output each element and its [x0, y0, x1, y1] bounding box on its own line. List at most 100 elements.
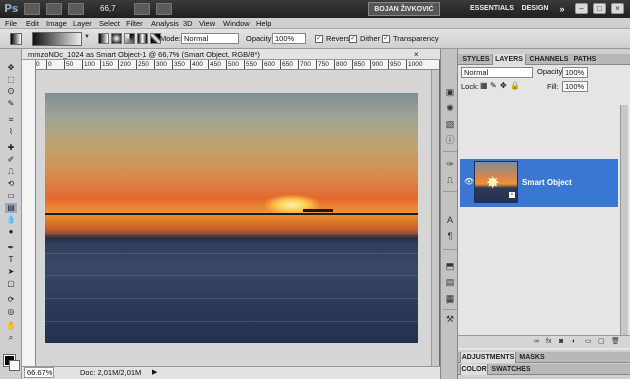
view-extras-icon[interactable]: [68, 3, 84, 15]
tab-paths[interactable]: PATHS: [571, 54, 599, 65]
arrange-documents-icon[interactable]: [134, 3, 150, 15]
menu-image[interactable]: Image: [46, 18, 67, 29]
menu-select[interactable]: Select: [99, 18, 120, 29]
workspace-essentials-button[interactable]: ESSENTIALS: [468, 2, 516, 16]
crop-tool-icon[interactable]: ⌗: [5, 115, 17, 125]
vertical-ruler[interactable]: [22, 60, 36, 366]
layers-scrollbar[interactable]: [620, 105, 628, 335]
gradient-tool-icon[interactable]: ▤: [5, 203, 17, 213]
workspace-user-button[interactable]: BOJAN ŽIVKOVIĆ: [368, 2, 440, 16]
blend-mode-select[interactable]: Normal: [461, 67, 533, 78]
lock-pixels-icon[interactable]: ✎: [490, 81, 497, 91]
layer-row-smart-object[interactable]: 👁 ✸ ▫ Smart Object: [460, 159, 618, 207]
clone-source-panel-icon[interactable]: ⎍: [444, 175, 456, 186]
shape-tool-icon[interactable]: ▢: [5, 279, 17, 289]
dither-checkbox[interactable]: ✓: [349, 35, 357, 43]
bridge-icon[interactable]: [24, 3, 40, 15]
status-menu-arrow-icon[interactable]: ▶: [152, 367, 157, 379]
character-panel-icon[interactable]: A: [444, 215, 456, 226]
trash-icon[interactable]: 🗑: [611, 336, 620, 348]
quick-select-tool-icon[interactable]: ✎: [5, 99, 17, 109]
notes-panel-icon[interactable]: ▤: [444, 277, 456, 288]
fx-icon[interactable]: fx: [546, 336, 551, 348]
menu-edit[interactable]: Edit: [26, 18, 39, 29]
minimize-button[interactable]: –: [575, 3, 588, 14]
canvas-vertical-scrollbar[interactable]: [431, 70, 439, 366]
tool-presets-panel-icon[interactable]: ✂: [444, 297, 456, 308]
horizontal-ruler[interactable]: 0 0 50 100 150 200 250 300 350 400 450 5…: [36, 60, 439, 70]
folder-icon[interactable]: ▭: [585, 336, 592, 348]
layer-name[interactable]: Smart Object: [522, 178, 572, 187]
clone-stamp-tool-icon[interactable]: ⎍: [5, 167, 17, 177]
menu-filter[interactable]: Filter: [126, 18, 143, 29]
marquee-tool-icon[interactable]: ⬚: [5, 75, 17, 85]
zoom-level-select[interactable]: 66,7: [100, 2, 128, 15]
lock-transparency-icon[interactable]: ▦: [480, 81, 488, 91]
menu-view[interactable]: View: [199, 18, 215, 29]
type-tool-icon[interactable]: T: [5, 255, 17, 265]
fill-input[interactable]: 100%: [562, 81, 588, 92]
actions-panel-icon[interactable]: ⚒: [444, 314, 456, 325]
tab-channels[interactable]: CHANNELS: [527, 54, 571, 65]
reverse-checkbox[interactable]: ✓: [315, 35, 323, 43]
maximize-button[interactable]: □: [593, 3, 606, 14]
close-button[interactable]: ×: [611, 3, 624, 14]
radial-gradient-button[interactable]: [111, 33, 122, 44]
hand-tool-icon[interactable]: ✋: [5, 321, 17, 331]
angle-gradient-button[interactable]: [124, 33, 135, 44]
eraser-tool-icon[interactable]: ▭: [5, 191, 17, 201]
info-panel-icon[interactable]: ⓘ: [444, 135, 456, 146]
history-brush-tool-icon[interactable]: ⟲: [5, 179, 17, 189]
3d-rotate-tool-icon[interactable]: ⟳: [5, 295, 17, 305]
3d-camera-tool-icon[interactable]: ◎: [5, 307, 17, 317]
tab-masks[interactable]: MASKS: [517, 352, 547, 363]
path-select-tool-icon[interactable]: ➤: [5, 267, 17, 277]
document-tab[interactable]: mmzoNDc_1024 as Smart Object-1 @ 66,7% (…: [22, 49, 442, 60]
brush-tool-icon[interactable]: ✐: [5, 155, 17, 165]
more-workspaces-button[interactable]: »: [557, 2, 567, 16]
lock-all-icon[interactable]: 🔒: [510, 81, 520, 91]
blur-tool-icon[interactable]: 💧: [5, 215, 17, 225]
tab-layers[interactable]: LAYERS: [492, 54, 526, 65]
brushes-panel-icon[interactable]: ✑: [444, 159, 456, 170]
eyedropper-tool-icon[interactable]: ⌇: [5, 127, 17, 137]
healing-brush-tool-icon[interactable]: ✚: [5, 143, 17, 153]
tab-swatches[interactable]: SWATCHES: [489, 364, 533, 375]
menu-layer[interactable]: Layer: [73, 18, 92, 29]
reflected-gradient-button[interactable]: [137, 33, 148, 44]
new-layer-icon[interactable]: ▢: [598, 336, 605, 348]
screen-mode-icon[interactable]: [156, 3, 172, 15]
tab-color[interactable]: COLOR: [460, 364, 488, 375]
linear-gradient-button[interactable]: [98, 33, 109, 44]
chevron-down-icon[interactable]: ▼: [84, 34, 90, 40]
tab-styles[interactable]: STYLES: [460, 54, 492, 65]
sunset-photo-canvas[interactable]: [45, 93, 418, 343]
menu-help[interactable]: Help: [256, 18, 271, 29]
mask-icon[interactable]: ◙: [559, 336, 563, 348]
adjustment-icon[interactable]: ◐: [572, 336, 576, 348]
dodge-tool-icon[interactable]: ●: [5, 227, 17, 237]
layer-opacity-input[interactable]: 100%: [562, 67, 588, 78]
zoom-tool-icon[interactable]: ⌕: [5, 333, 17, 343]
menu-3d[interactable]: 3D: [183, 18, 193, 29]
paragraph-panel-icon[interactable]: ¶: [444, 231, 456, 242]
close-icon[interactable]: ×: [414, 49, 419, 60]
workspace-design-button[interactable]: DESIGN: [520, 2, 550, 16]
opacity-input[interactable]: 100%: [272, 33, 306, 44]
link-icon[interactable]: ∞: [534, 336, 539, 348]
history-panel-icon[interactable]: ▣: [444, 87, 456, 98]
color-panel-icon[interactable]: ▧: [444, 119, 456, 130]
mode-select[interactable]: Normal: [181, 33, 239, 44]
menu-window[interactable]: Window: [223, 18, 250, 29]
eye-icon[interactable]: 👁: [464, 177, 474, 186]
lock-position-icon[interactable]: ✥: [500, 81, 507, 91]
navigator-panel-icon[interactable]: ✺: [444, 103, 456, 114]
3d-panel-icon[interactable]: ⬒: [444, 261, 456, 272]
transparency-checkbox[interactable]: ✓: [382, 35, 390, 43]
mini-bridge-icon[interactable]: [46, 3, 62, 15]
pen-tool-icon[interactable]: ✒: [5, 243, 17, 253]
background-color-swatch[interactable]: [9, 360, 20, 371]
gradient-tool-preset-icon[interactable]: [10, 33, 22, 45]
gradient-picker[interactable]: [32, 32, 82, 46]
lasso-tool-icon[interactable]: ʘ: [5, 87, 17, 97]
